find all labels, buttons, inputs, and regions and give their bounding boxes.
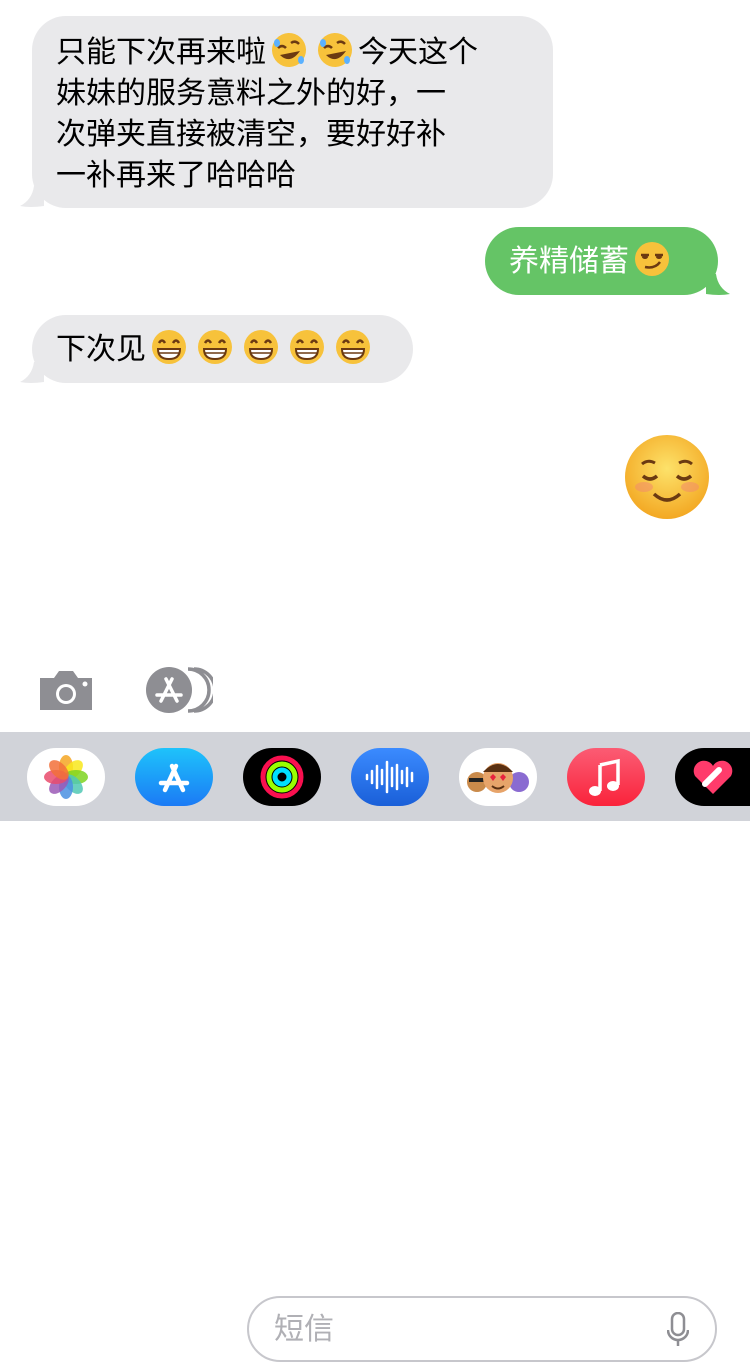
compose-toolbar: 短信: [0, 640, 750, 1362]
message-line: 一补再来了哈哈哈: [56, 158, 296, 193]
music-icon[interactable]: [567, 748, 645, 806]
camera-icon[interactable]: [36, 666, 96, 714]
grinning-face-emoji-icon: [152, 330, 186, 364]
bubble-tail: [20, 186, 44, 207]
smirking-face-emoji-icon: [635, 242, 669, 276]
message-input[interactable]: 短信: [247, 1296, 717, 1362]
activity-icon[interactable]: [243, 748, 321, 806]
voice-memos-icon[interactable]: [351, 748, 429, 806]
photos-icon[interactable]: [27, 748, 105, 806]
app-drawer: [0, 732, 750, 821]
outgoing-message-1[interactable]: 养精储蓄: [485, 227, 718, 295]
app-store-icon[interactable]: [135, 748, 213, 806]
message-line: 只能下次再来啦 今天这个: [56, 31, 529, 73]
rofl-emoji-icon: [272, 33, 306, 67]
memoji-icon[interactable]: [459, 748, 537, 806]
smiling-face-emoji-icon[interactable]: [622, 432, 712, 522]
rofl-emoji-icon: [318, 33, 352, 67]
bubble-tail: [20, 362, 44, 383]
incoming-message-2[interactable]: 下次见: [32, 315, 413, 383]
message-line: 次弹夹直接被清空，要好好补: [56, 117, 446, 152]
grinning-face-emoji-icon: [244, 330, 278, 364]
message-line: 妹妹的服务意料之外的好，一: [56, 76, 446, 111]
grinning-face-emoji-icon: [198, 330, 232, 364]
bubble-tail: [706, 274, 730, 295]
message-input-placeholder: 短信: [274, 1312, 334, 1347]
incoming-message-1[interactable]: 只能下次再来啦 今天这个 妹妹的服务意料之外的好，一 次弹夹直接被清空，要好好补 …: [32, 16, 553, 208]
microphone-icon[interactable]: [667, 1312, 689, 1348]
app-store-icon[interactable]: [139, 665, 213, 715]
digital-touch-icon[interactable]: [675, 748, 750, 806]
grinning-face-emoji-icon: [290, 330, 324, 364]
grinning-face-emoji-icon: [336, 330, 370, 364]
